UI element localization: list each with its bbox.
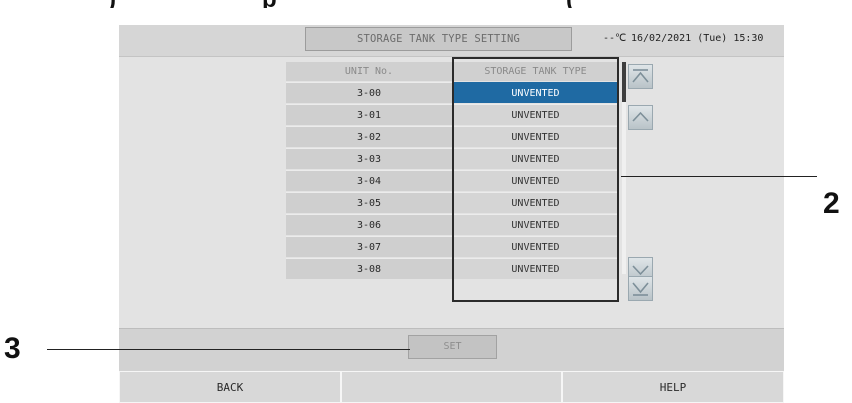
unit-no-cell: 3-03 — [286, 148, 452, 169]
cropped-manual-heading: ) p ( — [0, 0, 852, 8]
scroll-up-icon[interactable] — [628, 105, 653, 130]
unit-no-cell: 3-06 — [286, 214, 452, 235]
footer-bar: BACK HELP — [119, 371, 784, 403]
callout-line-3 — [47, 349, 410, 350]
heading-fragment-right: ( — [566, 0, 574, 8]
unit-no-cell: 3-07 — [286, 236, 452, 257]
scroll-to-top-icon[interactable] — [628, 64, 653, 89]
footer-middle-button[interactable] — [341, 371, 562, 403]
unit-no-cell: 3-02 — [286, 126, 452, 147]
callout-number-3: 3 — [4, 332, 21, 365]
callout-frame-tank-type-column — [452, 57, 619, 302]
screen-title: STORAGE TANK TYPE SETTING — [305, 27, 572, 51]
callout-number-2: 2 — [823, 187, 840, 220]
unit-no-cell: 3-00 — [286, 82, 452, 103]
list-scrollbar-thumb[interactable] — [622, 62, 626, 102]
date-time: 16/02/2021 (Tue) 15:30 — [631, 33, 764, 44]
controller-screen: STORAGE TANK TYPE SETTING --℃ 16/02/2021… — [119, 25, 784, 403]
help-button[interactable]: HELP — [562, 371, 784, 403]
back-button[interactable]: BACK — [119, 371, 341, 403]
top-bar: STORAGE TANK TYPE SETTING --℃ 16/02/2021… — [119, 25, 784, 57]
unit-no-cell: 3-01 — [286, 104, 452, 125]
heading-fragment-middle: p — [262, 0, 277, 8]
unit-no-header: UNIT No. — [286, 62, 452, 81]
outdoor-temperature: --℃ — [603, 33, 627, 44]
unit-no-cell: 3-05 — [286, 192, 452, 213]
scroll-to-bottom-icon[interactable] — [628, 276, 653, 301]
unit-no-cell: 3-04 — [286, 170, 452, 191]
callout-line-2 — [621, 176, 817, 177]
unit-no-cell: 3-08 — [286, 258, 452, 279]
set-button[interactable]: SET — [408, 335, 497, 359]
heading-fragment-left: ) — [108, 0, 116, 8]
